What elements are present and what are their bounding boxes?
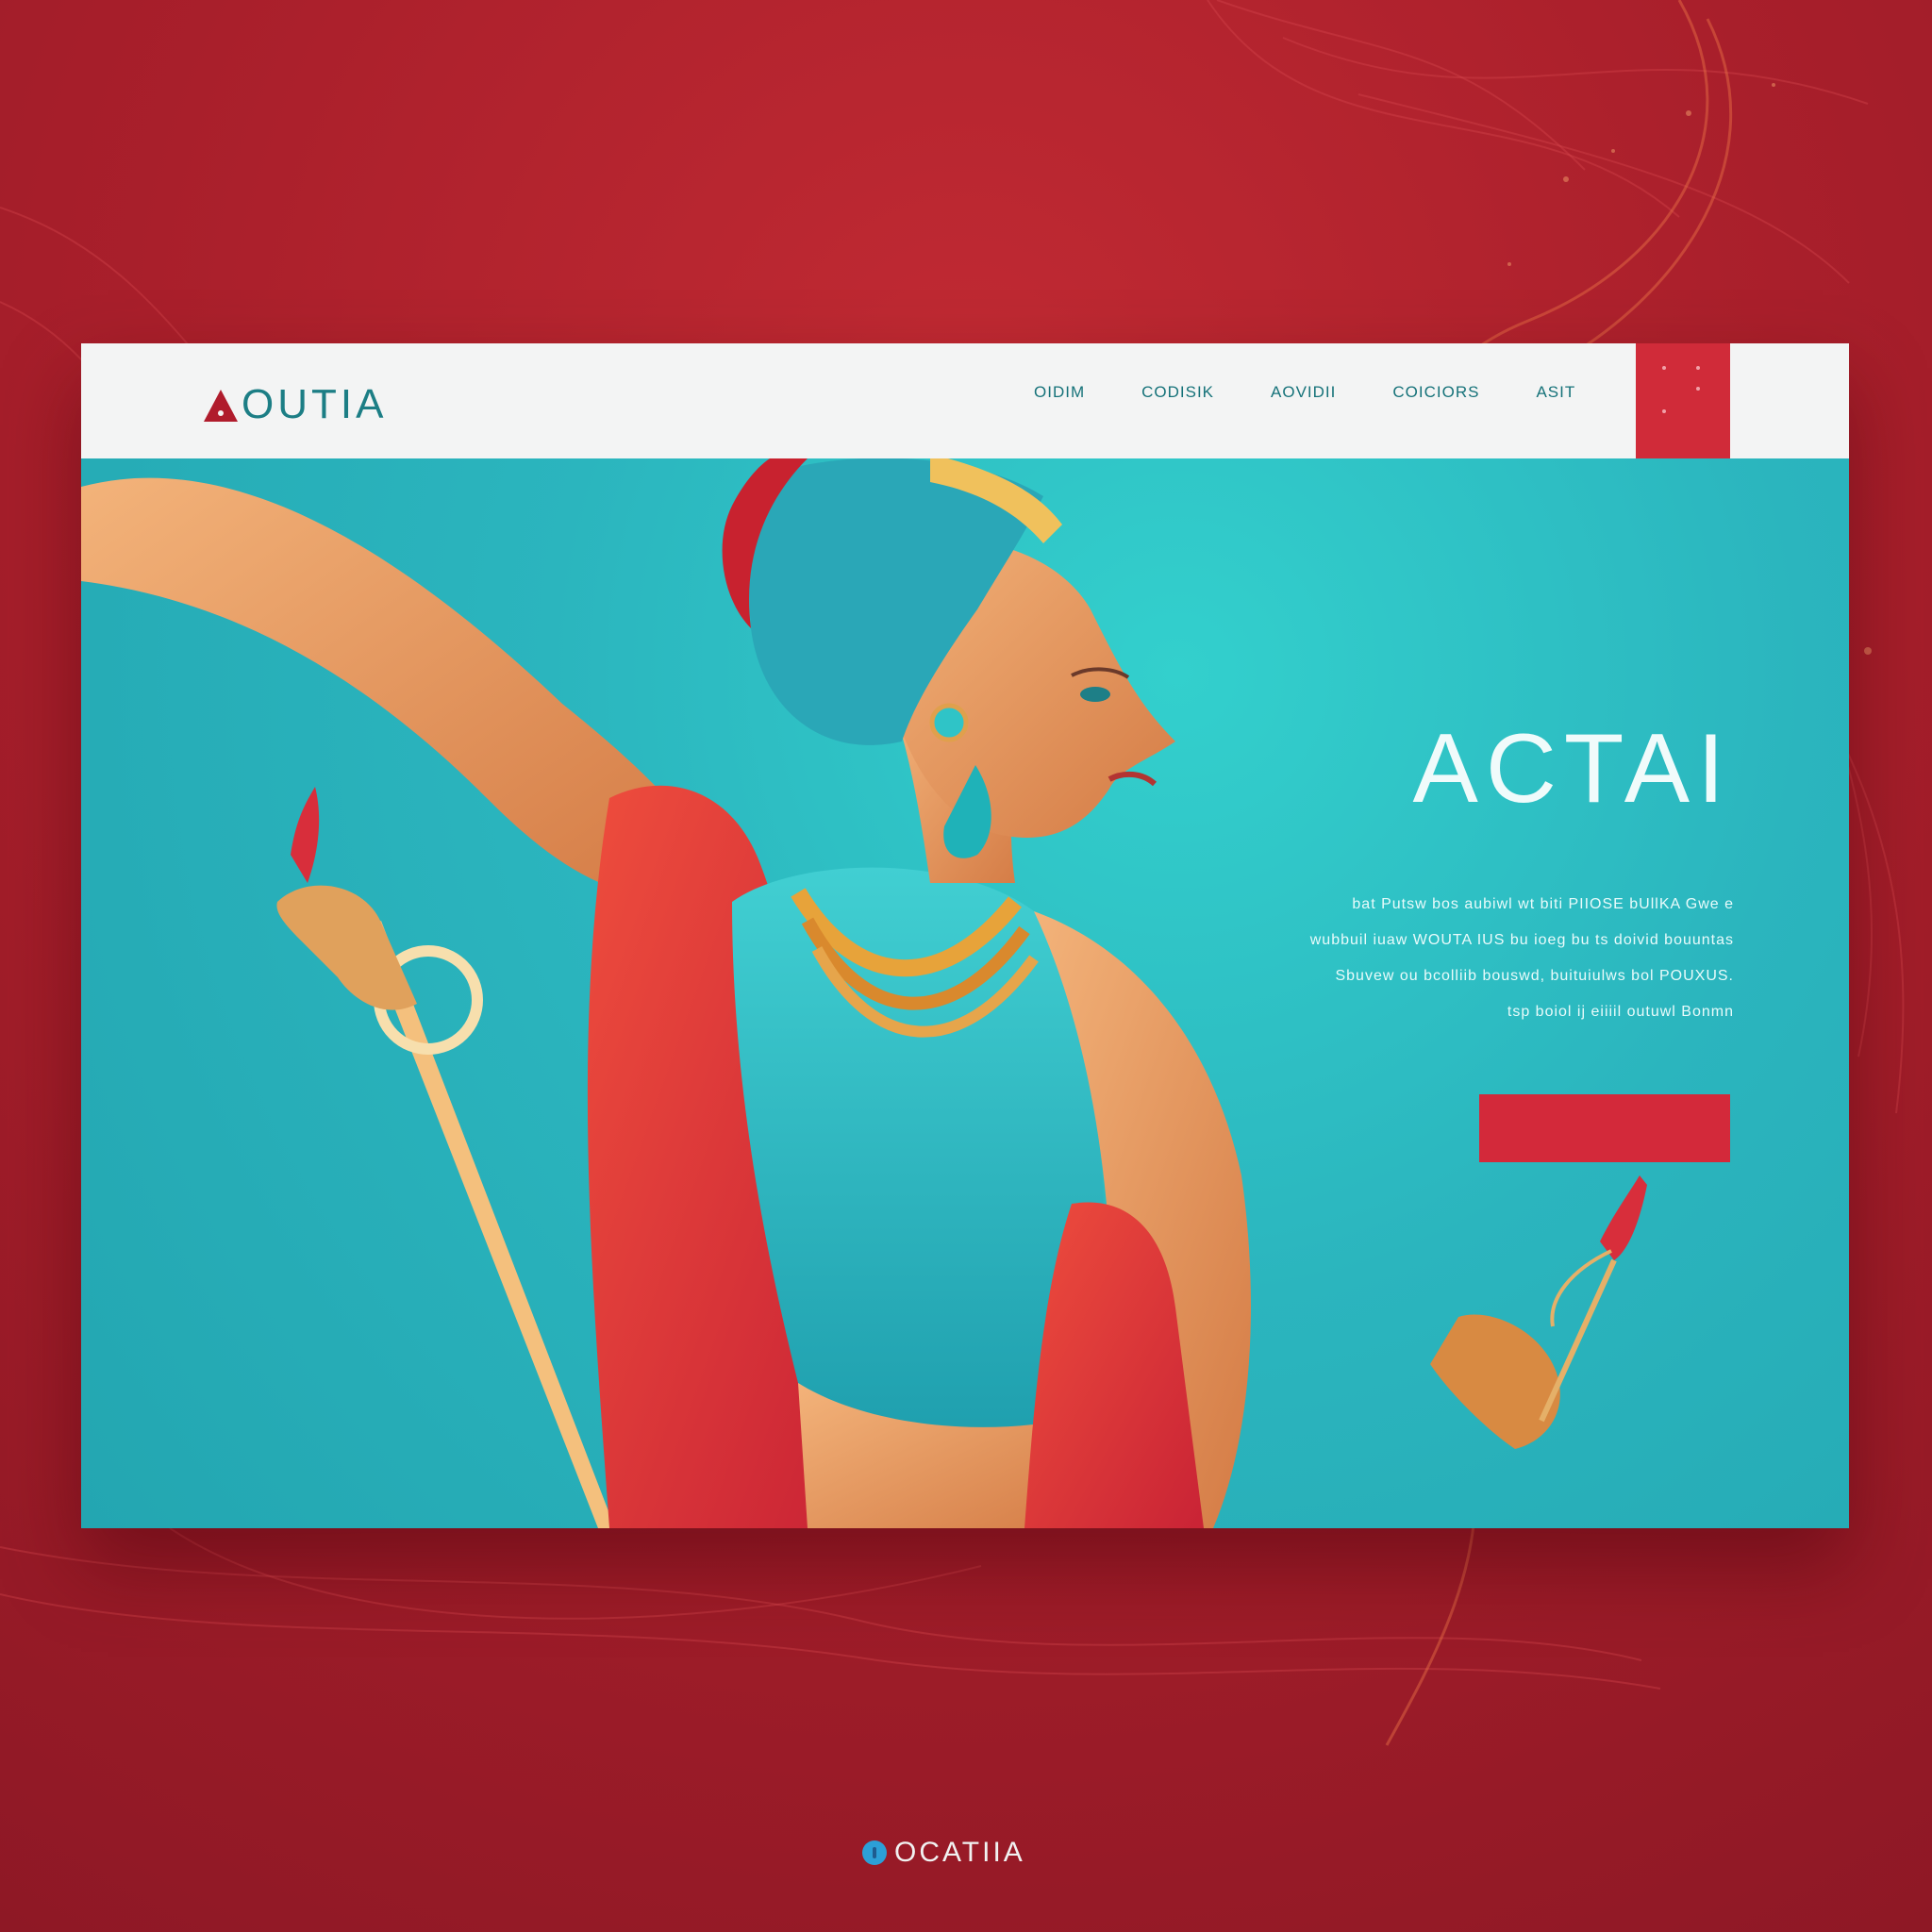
triangle-logo-icon (204, 390, 238, 422)
blue-dot-logo-icon (862, 1840, 887, 1865)
logo-text: OUTIA (242, 381, 388, 427)
hero-copy-line: bat Putsw bos aubiwl wt biti PIIOSE bUll… (1352, 896, 1734, 912)
hero-copy-line: tsp boiol ij eiiiil outuwl Bonmn (1507, 1004, 1734, 1020)
website-mockup: OUTIA OIDIM CODISIK AOVIDII COICIORS ASI… (81, 343, 1849, 1528)
nav-link-1[interactable]: OIDIM (1034, 383, 1085, 402)
hero-cta-button[interactable] (1479, 1094, 1730, 1162)
dot-icon (1696, 387, 1700, 391)
nav-links: OIDIM CODISIK AOVIDII COICIORS ASIT (1034, 383, 1575, 402)
navbar: OUTIA OIDIM CODISIK AOVIDII COICIORS ASI… (81, 343, 1849, 460)
nav-link-5[interactable]: ASIT (1536, 383, 1575, 402)
nav-link-3[interactable]: AOVIDII (1271, 383, 1336, 402)
hero-title: ACTAI (1412, 714, 1732, 824)
nav-menu-button[interactable] (1636, 343, 1730, 458)
nav-link-4[interactable]: COICIORS (1392, 383, 1479, 402)
dot-icon (1696, 366, 1700, 370)
hero-section: ACTAI bat Putsw bos aubiwl wt biti PIIOS… (81, 458, 1849, 1528)
footer-brand: OCATIIA (862, 1837, 1025, 1869)
nav-link-2[interactable]: CODISIK (1141, 383, 1214, 402)
hero-copy-line: wubbuil iuaw WOUTA IUS bu ioeg bu ts doi… (1309, 932, 1734, 948)
hero-description: bat Putsw bos aubiwl wt biti PIIOSE bUll… (1243, 887, 1734, 1030)
dot-icon (1662, 366, 1666, 370)
dot-icon (1662, 409, 1666, 413)
footer-brand-name: OCATIIA (894, 1837, 1025, 1868)
hero-copy-line: Sbuvew ou bcolliib bouswd, buituiulws bo… (1335, 968, 1734, 984)
logo[interactable]: OUTIA (202, 381, 387, 428)
